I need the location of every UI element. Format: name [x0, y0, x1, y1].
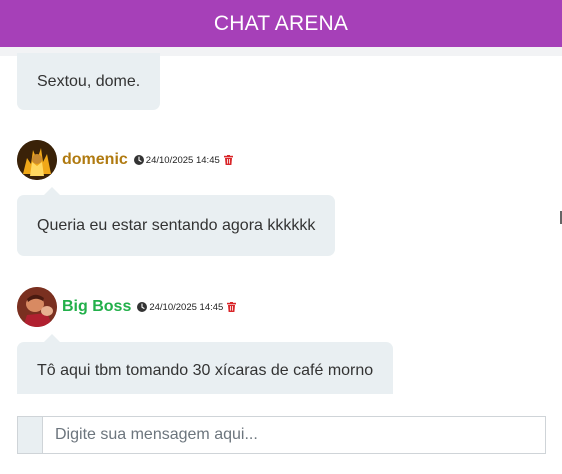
- message-header: Big Boss 24/10/2025 14:45: [17, 287, 237, 327]
- clock-icon: [137, 302, 148, 312]
- composer-addon: [18, 417, 43, 453]
- username[interactable]: domenic: [62, 151, 128, 169]
- user-avatar[interactable]: [17, 287, 57, 327]
- bubble-notch: [43, 187, 61, 196]
- message-bubble: Tô aqui tbm tomando 30 xícaras de café m…: [17, 334, 394, 394]
- message-text: Sextou, dome.: [37, 72, 141, 90]
- trash-icon[interactable]: [223, 155, 233, 165]
- clock-icon: [133, 155, 144, 165]
- message-timestamp: 24/10/2025 14:45: [145, 154, 220, 166]
- message-meta: 24/10/2025 14:45: [133, 154, 233, 166]
- bubble-notch: [43, 334, 61, 343]
- message-timestamp: 24/10/2025 14:45: [149, 301, 224, 313]
- username[interactable]: Big Boss: [62, 298, 131, 316]
- message-bubble: Queria eu estar sentando agora kkkkkk: [17, 187, 336, 256]
- message-text: Queria eu estar sentando agora kkkkkk: [37, 216, 316, 234]
- page-title: CHAT ARENA: [213, 11, 349, 35]
- message-composer: [17, 416, 546, 454]
- message-list[interactable]: Sextou, dome. domenic 24/10/2025 14:45 Q…: [0, 47, 562, 394]
- chat-header: CHAT ARENA: [0, 0, 562, 47]
- message-input[interactable]: [43, 417, 545, 453]
- user-avatar[interactable]: [17, 140, 57, 180]
- message-bubble: Sextou, dome.: [17, 53, 161, 110]
- message-header: domenic 24/10/2025 14:45: [17, 140, 233, 180]
- message-meta: 24/10/2025 14:45: [137, 301, 237, 313]
- trash-icon[interactable]: [227, 302, 237, 312]
- message-text: Tô aqui tbm tomando 30 xícaras de café m…: [37, 362, 374, 379]
